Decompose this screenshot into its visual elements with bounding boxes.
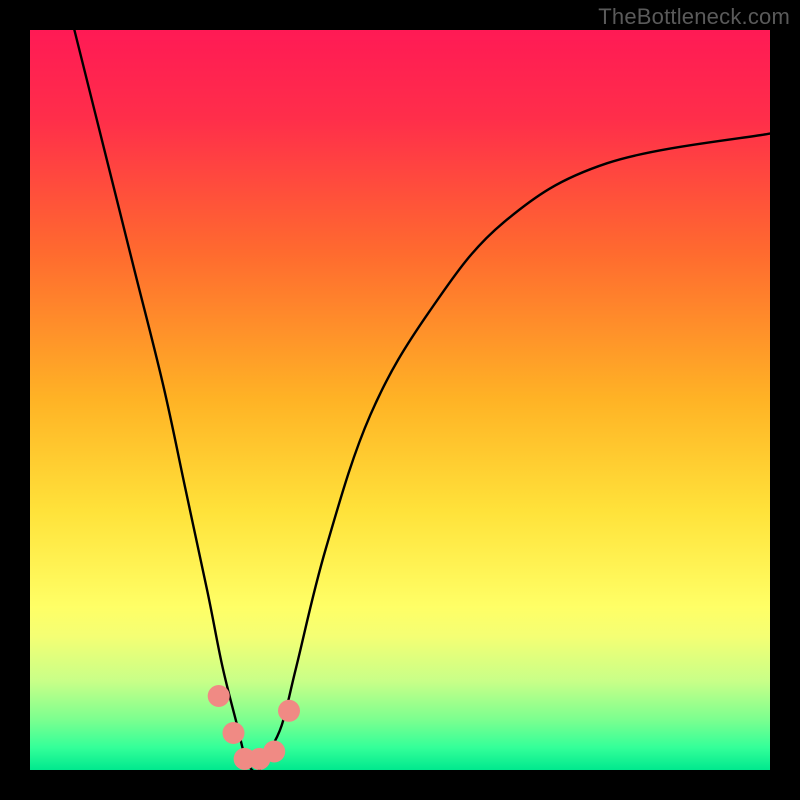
highlight-dot xyxy=(278,700,300,722)
highlight-dot xyxy=(263,741,285,763)
chart-frame: TheBottleneck.com xyxy=(0,0,800,800)
bottleneck-chart xyxy=(0,0,800,800)
plot-background xyxy=(30,30,770,770)
watermark-text: TheBottleneck.com xyxy=(598,4,790,30)
highlight-dot xyxy=(208,685,230,707)
highlight-dot xyxy=(223,722,245,744)
